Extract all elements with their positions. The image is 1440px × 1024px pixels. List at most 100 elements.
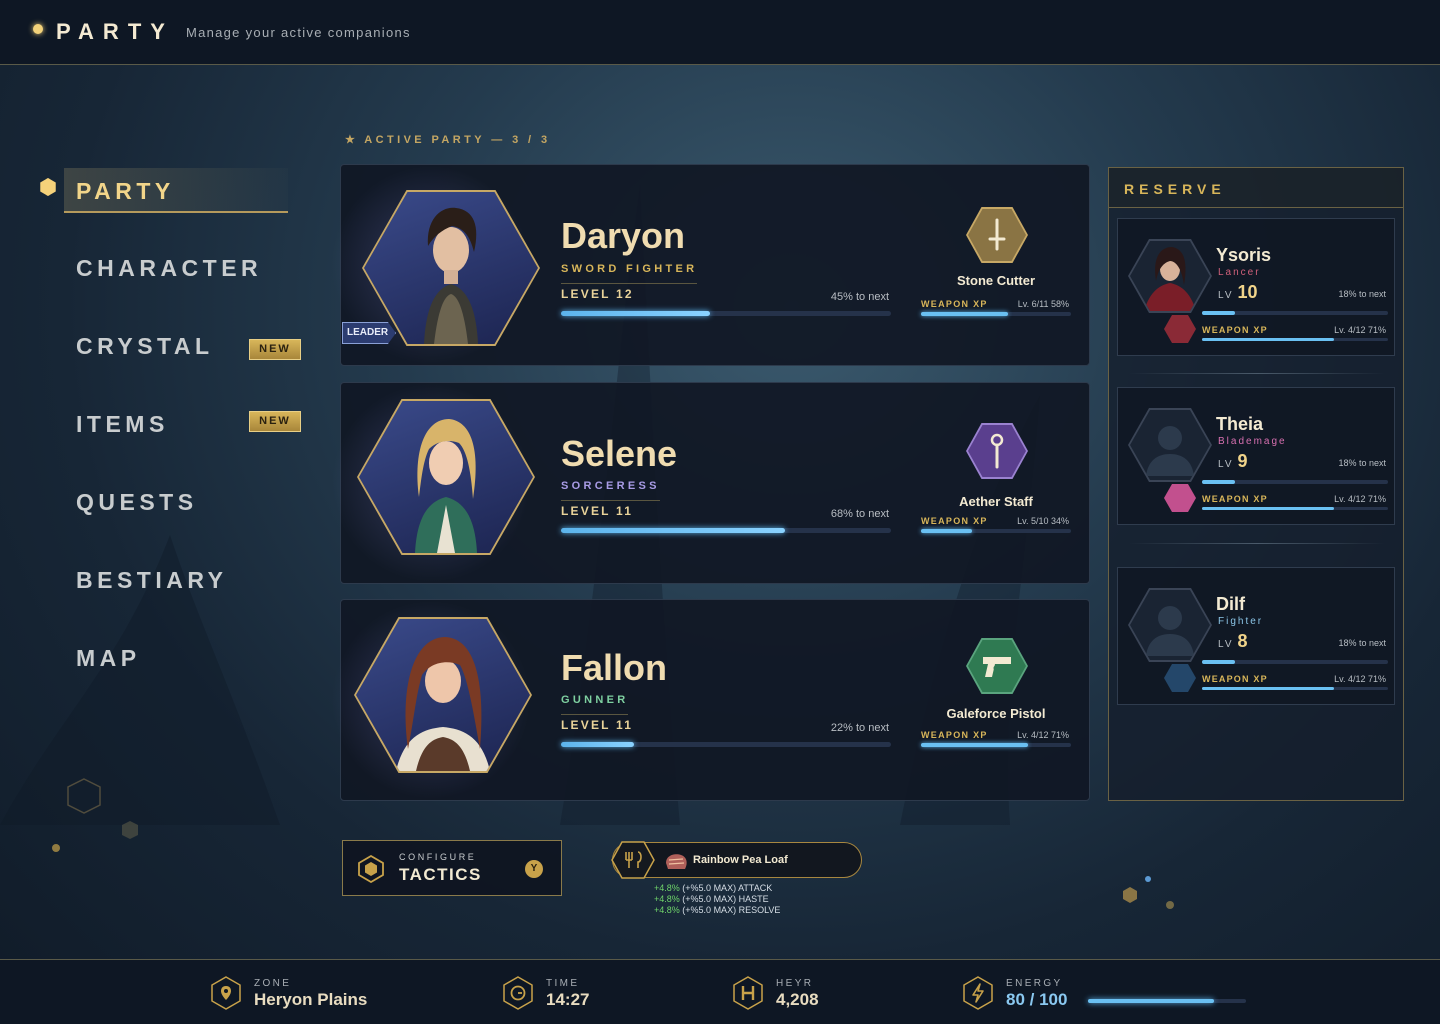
- weapon-xp-label: WEAPON XP: [1202, 325, 1268, 335]
- clock-icon: [503, 976, 533, 1010]
- buff-text: (+%5.0 MAX) RESOLVE: [682, 905, 781, 915]
- portrait-bg: [1130, 410, 1210, 480]
- food-name: Rainbow Pea Loaf: [693, 854, 788, 866]
- weapon-hex-icon: [1164, 664, 1196, 692]
- xp-progress-bar: [1202, 311, 1388, 315]
- progress-fill: [1202, 311, 1236, 315]
- party-member-card[interactable]: Daryon SWORD FIGHTER LEVEL 12 45% to nex…: [331, 164, 1090, 366]
- character-class: SORCERESS: [561, 480, 660, 501]
- reserve-name: Dilf: [1216, 594, 1245, 614]
- progress-fill: [1202, 338, 1335, 341]
- character-class: SWORD FIGHTER: [561, 263, 698, 284]
- progress-fill: [1202, 480, 1236, 484]
- tactics-label: TACTICS: [399, 865, 482, 884]
- party-member-card[interactable]: Fallon GUNNER LEVEL 11 22% to next Galef…: [331, 599, 1090, 801]
- xp-to-next: 18% to next: [1338, 289, 1386, 299]
- reserve-class: Fighter: [1218, 616, 1264, 627]
- new-badge: NEW: [249, 411, 301, 432]
- active-party-header: ★ ACTIVE PARTY — 3 / 3: [345, 134, 551, 146]
- nav-item-label: PARTY: [76, 178, 175, 204]
- nav-item-crystal[interactable]: CRYSTAL: [76, 333, 214, 360]
- xp-to-next: 18% to next: [1338, 458, 1386, 468]
- time-label: TIME: [546, 978, 580, 989]
- reserve-class: Lancer: [1218, 267, 1261, 278]
- nav-item-party[interactable]: PARTY: [64, 168, 288, 213]
- top-bar: PARTY Manage your active companions: [0, 0, 1440, 65]
- weapon-frame[interactable]: [966, 423, 1028, 479]
- status-bar: ZONE Heryon Plains TIME 14:27 HEYR 4,208…: [0, 959, 1440, 1024]
- reserve-member-card[interactable]: Ysoris Lancer LV 10 18% to next WEAPON XP…: [1117, 218, 1395, 356]
- character-level: LEVEL 11: [561, 718, 634, 732]
- portrait-frame: [1128, 239, 1212, 313]
- food-buff[interactable]: Rainbow Pea Loaf: [611, 841, 862, 879]
- portrait-frame: [1128, 588, 1212, 662]
- buff-percent: +4.8%: [654, 883, 680, 893]
- divider: [1129, 543, 1385, 544]
- leader-badge: LEADER: [342, 322, 396, 344]
- sword-icon: [968, 209, 1026, 261]
- weapon-xp-label: WEAPON XP: [1202, 674, 1268, 684]
- buff-line: +4.8% (+%5.0 MAX) HASTE: [654, 894, 769, 904]
- weapon-level: Lv. 4/12 71%: [1334, 325, 1386, 335]
- level-value: 8: [1237, 631, 1248, 651]
- energy-bar: [1088, 999, 1246, 1003]
- portrait-bg: [1130, 590, 1210, 660]
- weapon-hex-icon: [1164, 315, 1196, 343]
- weapon-frame[interactable]: [966, 638, 1028, 694]
- reserve-member-card[interactable]: Theia Blademage LV 9 18% to next WEAPON X…: [1117, 387, 1395, 525]
- weapon-level: Lv. 4/12 71%: [1334, 674, 1386, 684]
- progress-fill: [1202, 660, 1236, 664]
- reserve-name: Ysoris: [1216, 245, 1272, 265]
- party-member-card[interactable]: Selene SORCERESS LEVEL 11 68% to next Ae…: [331, 382, 1090, 584]
- nav-item-bestiary[interactable]: BESTIARY: [76, 567, 227, 594]
- nav-item-map[interactable]: MAP: [76, 645, 141, 672]
- character-name: Selene: [561, 433, 678, 474]
- configure-tactics-button[interactable]: CONFIGURE TACTICS Y: [342, 840, 562, 896]
- character-portrait: [1144, 247, 1196, 311]
- weapon-xp-bar: [1202, 687, 1388, 690]
- heyr-value: 4,208: [776, 990, 819, 1009]
- buff-percent: +4.8%: [654, 894, 680, 904]
- buff-text: (+%5.0 MAX) HASTE: [682, 894, 769, 904]
- bread-icon: [666, 854, 687, 869]
- page-subtitle: Manage your active companions: [185, 24, 411, 40]
- new-badge: NEW: [249, 339, 301, 360]
- reserve-level: LV 9: [1218, 451, 1248, 472]
- reserve-class: Blademage: [1218, 436, 1287, 447]
- tactics-sub-label: CONFIGURE: [399, 852, 477, 862]
- weapon-name: Aether Staff: [959, 494, 1033, 509]
- reserve-member-card[interactable]: Dilf Fighter LV 8 18% to next WEAPON XP L…: [1117, 567, 1395, 705]
- nav-item-items[interactable]: ITEMS: [76, 411, 169, 438]
- level-label: LV: [1218, 459, 1234, 470]
- location-pin-icon: [211, 976, 241, 1010]
- buff-text: (+%5.0 MAX) ATTACK: [682, 883, 773, 893]
- xp-progress-bar: [1202, 660, 1388, 664]
- weapon-level: Lv. 6/11 58%: [1017, 299, 1069, 309]
- level-value: 9: [1237, 451, 1248, 471]
- progress-fill: [561, 311, 710, 316]
- silhouette-icon: [1146, 606, 1194, 656]
- weapon-xp-label: WEAPON XP: [1202, 494, 1268, 504]
- weapon-level: Lv. 4/12 71%: [1334, 494, 1386, 504]
- nav-item-quests[interactable]: QUESTS: [76, 489, 198, 516]
- weapon-level: Lv. 4/12 71%: [1017, 730, 1069, 740]
- party-indicator-icon: [33, 24, 43, 34]
- weapon-frame[interactable]: [966, 207, 1028, 263]
- weapon-xp-label: WEAPON XP: [921, 299, 988, 309]
- character-level: LEVEL 11: [561, 504, 634, 518]
- xp-to-next: 18% to next: [1338, 638, 1386, 648]
- portrait-frame: [1128, 408, 1212, 482]
- heyr-label: HEYR: [776, 978, 814, 989]
- xp-progress-bar: [561, 742, 891, 747]
- y-button-icon: Y: [525, 860, 543, 878]
- reserve-level: LV 10: [1218, 282, 1258, 303]
- progress-fill: [921, 743, 1028, 747]
- divider: [1129, 373, 1385, 374]
- nav-item-character[interactable]: CHARACTER: [76, 255, 262, 282]
- time-value: 14:27: [546, 990, 590, 1009]
- lightning-icon: [963, 976, 993, 1010]
- xp-to-next: 68% to next: [830, 508, 889, 520]
- reserve-name: Theia: [1216, 414, 1264, 434]
- weapon-xp-bar: [1202, 507, 1388, 510]
- weapon-name: Galeforce Pistol: [946, 706, 1046, 721]
